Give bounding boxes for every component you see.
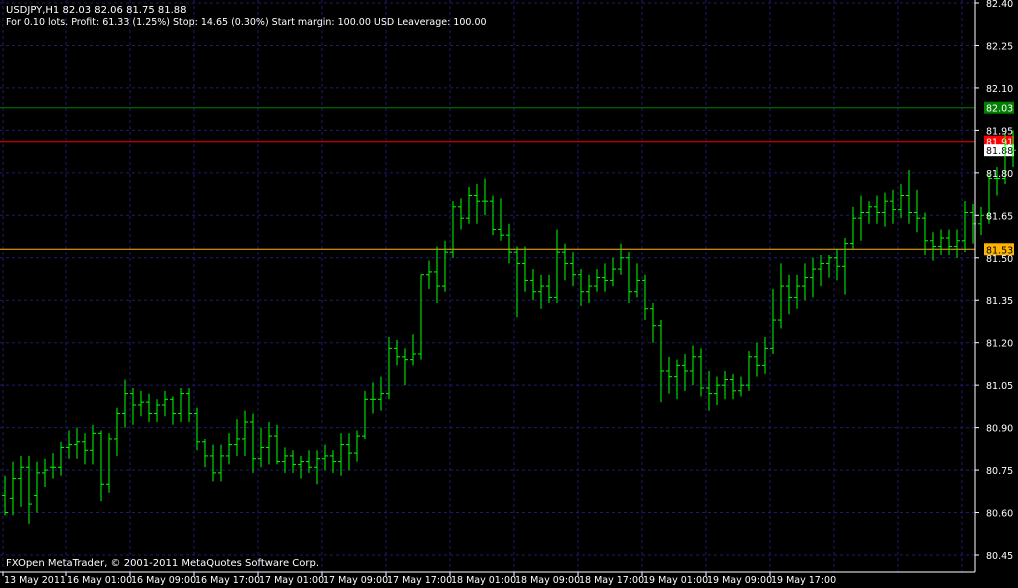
price-tick-label: 81.35 (986, 296, 1013, 307)
price-tick-label: 80.90 (986, 424, 1013, 435)
time-tick-label: 17 May 01:00 (259, 575, 324, 586)
price-tick-label: 80.45 (986, 551, 1013, 562)
time-tick-label: 16 May 01:00 (67, 575, 132, 586)
price-tick-label: 81.80 (986, 169, 1013, 180)
price-tick-label: 80.60 (986, 509, 1013, 520)
price-tick-label: 81.50 (986, 254, 1013, 265)
time-tick-label: 19 May 01:00 (643, 575, 708, 586)
price-tick-label: 81.65 (986, 211, 1013, 222)
symbol-header: USDJPY,H1 82.03 82.06 81.75 81.88 (6, 5, 187, 16)
price-tick-label: 81.20 (986, 339, 1013, 350)
level-price-label: 81.88 (986, 146, 1013, 157)
level-price-label: 82.03 (986, 104, 1013, 115)
price-tick-label: 82.25 (986, 41, 1013, 52)
time-tick-label: 13 May 2011 (4, 575, 66, 586)
time-tick-label: 18 May 17:00 (579, 575, 644, 586)
time-tick-label: 19 May 09:00 (707, 575, 772, 586)
time-axis: 13 May 2011 16 May 01:0016 May 09:0016 Ma… (2, 572, 836, 586)
time-tick-label: 19 May 17:00 (771, 575, 836, 586)
price-tick-label: 80.75 (986, 466, 1013, 477)
price-tick-label: 81.05 (986, 381, 1013, 392)
price-tick-label: 81.95 (986, 126, 1013, 137)
copyright-footer: FXOpen MetaTrader, © 2001-2011 MetaQuote… (6, 558, 319, 569)
time-tick-label: 18 May 01:00 (451, 575, 516, 586)
time-tick-label: 16 May 09:00 (131, 575, 196, 586)
time-tick-label: 18 May 09:00 (515, 575, 580, 586)
price-tick-label: 82.40 (986, 0, 1013, 10)
order-info-header: For 0.10 lots. Profit: 61.33 (1.25%) Sto… (6, 17, 487, 28)
time-tick-label: 17 May 09:00 (323, 575, 388, 586)
time-tick-label: 17 May 17:00 (387, 575, 452, 586)
price-tick-label: 82.10 (986, 84, 1013, 95)
time-tick-label: 16 May 17:00 (195, 575, 260, 586)
price-chart[interactable]: 82.0381.9181.8881.53 82.4082.2582.1081.9… (0, 0, 1018, 588)
